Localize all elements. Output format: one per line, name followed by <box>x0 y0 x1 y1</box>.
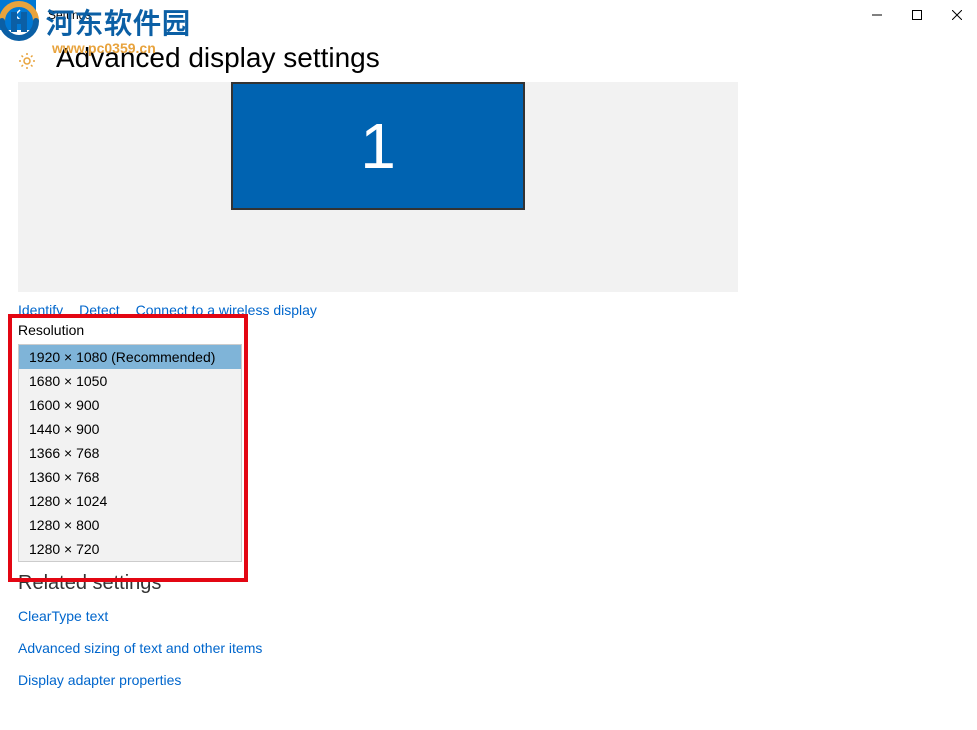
window-controls <box>857 0 977 30</box>
monitor-number: 1 <box>360 109 396 183</box>
display-action-links: Identify Detect Connect to a wireless di… <box>0 292 977 324</box>
related-link[interactable]: Display adapter properties <box>18 672 262 688</box>
resolution-option[interactable]: 1600 × 900 <box>19 393 241 417</box>
resolution-label: Resolution <box>18 322 242 344</box>
resolution-option[interactable]: 1680 × 1050 <box>19 369 241 393</box>
related-links: ClearType text Advanced sizing of text an… <box>18 608 262 688</box>
resolution-option[interactable]: 1280 × 1024 <box>19 489 241 513</box>
resolution-option[interactable]: 1360 × 768 <box>19 465 241 489</box>
close-button[interactable] <box>937 0 977 30</box>
related-link[interactable]: Advanced sizing of text and other items <box>18 640 262 656</box>
gear-icon <box>18 52 36 75</box>
related-link[interactable]: ClearType text <box>18 608 262 624</box>
identify-link[interactable]: Identify <box>18 302 63 318</box>
display-preview-area: 1 <box>18 82 738 292</box>
resolution-option[interactable]: 1366 × 768 <box>19 441 241 465</box>
app-title: Settings <box>48 8 91 22</box>
page-header: Advanced display settings <box>0 30 977 82</box>
related-settings-heading: Related settings <box>18 572 161 595</box>
detect-link[interactable]: Detect <box>79 302 119 318</box>
resolution-option[interactable]: 1920 × 1080 (Recommended) <box>19 345 241 369</box>
watermark-logo-icon <box>0 0 42 44</box>
resolution-options-list: 1920 × 1080 (Recommended)1680 × 10501600… <box>18 344 242 562</box>
resolution-dropdown[interactable]: Resolution 1920 × 1080 (Recommended)1680… <box>18 322 242 562</box>
resolution-option[interactable]: 1440 × 900 <box>19 417 241 441</box>
titlebar: Settings <box>0 0 977 30</box>
resolution-option[interactable]: 1280 × 720 <box>19 537 241 561</box>
monitor-preview-1[interactable]: 1 <box>231 82 525 210</box>
resolution-option[interactable]: 1280 × 800 <box>19 513 241 537</box>
page-title: Advanced display settings <box>56 42 959 74</box>
minimize-button[interactable] <box>857 0 897 30</box>
maximize-button[interactable] <box>897 0 937 30</box>
connect-wireless-link[interactable]: Connect to a wireless display <box>136 302 317 318</box>
